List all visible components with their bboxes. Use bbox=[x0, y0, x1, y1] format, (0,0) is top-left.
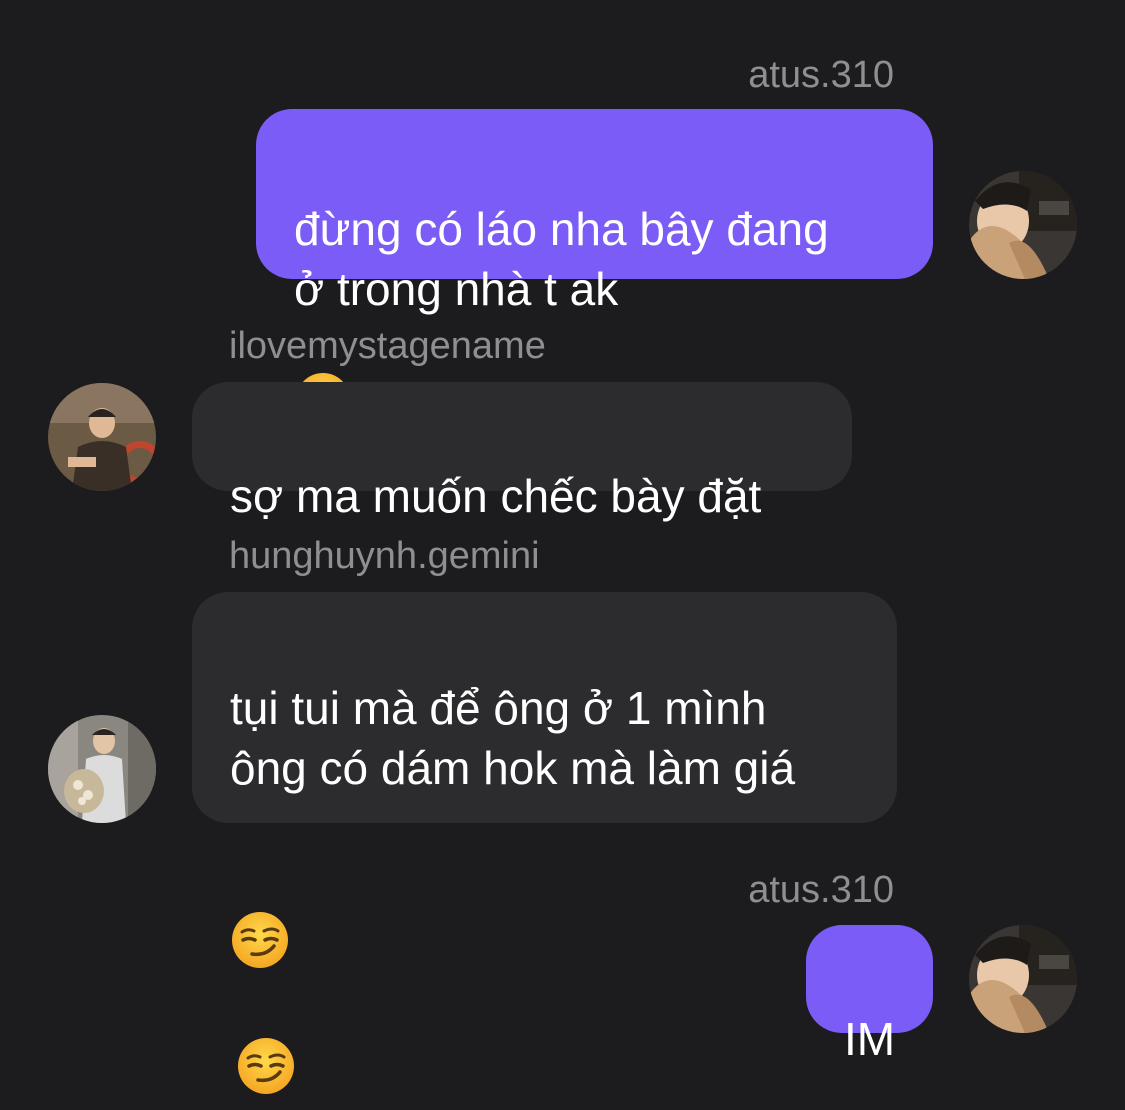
sender-name: ilovemystagename bbox=[229, 325, 546, 367]
message-text: sợ ma muốn chếc bày đặt bbox=[230, 470, 762, 522]
message-text: đừng có láo nha bây đang ở trong nhà t a… bbox=[294, 203, 829, 315]
sender-name: atus.310 bbox=[748, 54, 894, 96]
message-bubble-incoming[interactable]: sợ ma muốn chếc bày đặt bbox=[192, 382, 852, 522]
message-bubble-outgoing[interactable]: đừng có láo nha bây đang ở trong nhà t a… bbox=[256, 109, 933, 427]
smirking-face-icon bbox=[230, 850, 290, 984]
sender-name: atus.310 bbox=[748, 869, 894, 911]
avatar-atus-310[interactable] bbox=[969, 171, 1077, 279]
message-bubble-incoming[interactable]: tụi tui mà để ông ở 1 mình ông có dám ho… bbox=[192, 592, 897, 1094]
message-bubble-outgoing[interactable]: IM bbox=[806, 925, 933, 1065]
avatar-atus-310[interactable] bbox=[969, 925, 1077, 1033]
avatar-ilovemystagename[interactable] bbox=[48, 383, 156, 491]
smirking-face-icon bbox=[236, 976, 296, 1110]
message-text: tụi tui mà để ông ở 1 mình ông có dám ho… bbox=[230, 682, 796, 794]
avatar-hunghuynh-gemini[interactable] bbox=[48, 715, 156, 823]
sender-name: hunghuynh.gemini bbox=[229, 535, 540, 577]
message-text: IM bbox=[843, 1013, 896, 1065]
